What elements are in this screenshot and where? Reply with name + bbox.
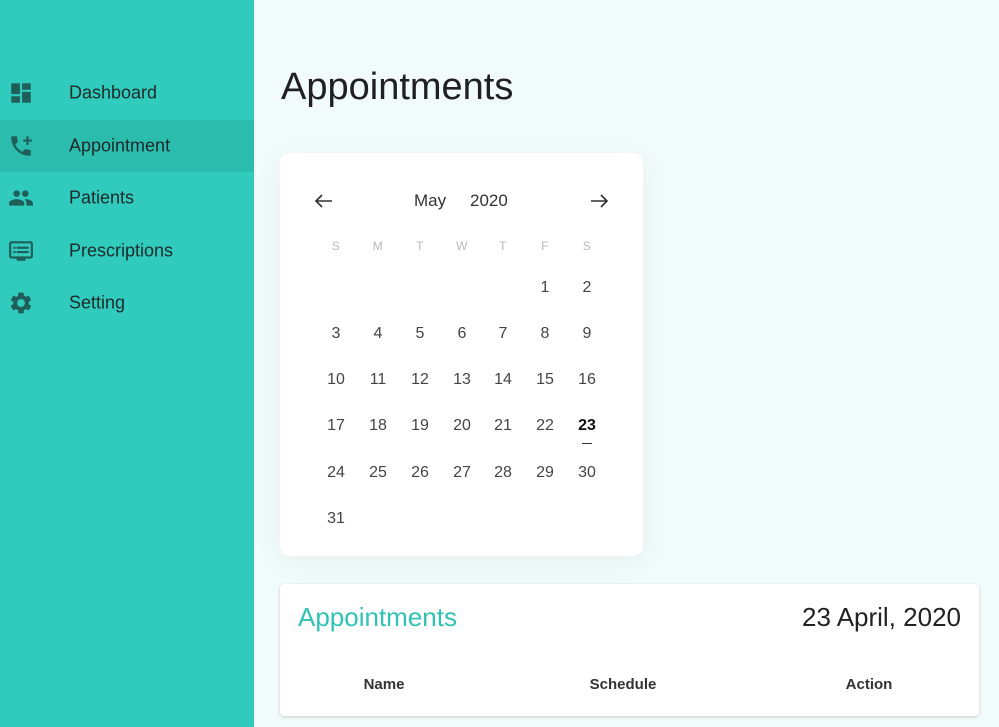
calendar-day[interactable]: 7 <box>486 319 520 349</box>
monitor-list-icon <box>8 238 34 264</box>
calendar-day[interactable]: 9 <box>570 319 604 349</box>
arrow-right-icon[interactable] <box>584 188 614 214</box>
calendar-year[interactable]: 2020 <box>470 191 508 211</box>
calendar-day[interactable]: 30 <box>570 458 604 488</box>
calendar-day[interactable]: 31 <box>319 504 353 534</box>
sidebar-item-label: Prescriptions <box>69 240 174 261</box>
gear-icon <box>8 290 34 316</box>
calendar-day[interactable]: 17 <box>319 411 353 441</box>
phone-add-icon <box>8 133 34 159</box>
calendar-day[interactable]: 10 <box>319 365 353 395</box>
calendar-day[interactable]: 15 <box>528 365 562 395</box>
sidebar: Dashboard Appointment Patients Prescript… <box>0 0 254 727</box>
sidebar-item-label: Appointment <box>69 135 171 156</box>
calendar-day[interactable]: 11 <box>361 365 395 395</box>
calendar-day[interactable]: 22 <box>528 411 562 441</box>
calendar-day[interactable]: 5 <box>403 319 437 349</box>
sidebar-item-setting[interactable]: Setting <box>0 277 254 329</box>
column-header-schedule[interactable]: Schedule <box>590 676 657 693</box>
sidebar-item-dashboard[interactable]: Dashboard <box>0 67 254 119</box>
calendar-day-selected[interactable]: 23 <box>570 411 604 444</box>
sidebar-item-patients[interactable]: Patients <box>0 172 254 224</box>
dashboard-icon <box>8 80 34 106</box>
column-header-name[interactable]: Name <box>364 676 405 693</box>
column-header-action[interactable]: Action <box>846 676 893 693</box>
sidebar-item-label: Setting <box>69 292 126 313</box>
calendar-day[interactable]: 20 <box>445 411 479 441</box>
appointments-date: 23 April, 2020 <box>801 602 961 632</box>
calendar-day[interactable]: 27 <box>445 458 479 488</box>
weekday-header: M <box>372 239 384 253</box>
weekday-header: T <box>499 239 507 253</box>
sidebar-item-prescriptions[interactable]: Prescriptions <box>0 225 254 277</box>
arrow-left-icon[interactable] <box>309 188 339 214</box>
calendar: May 2020 S M T W T F S 1 2 3 4 5 6 7 8 9 10 11 12 13 14 15 16 1… <box>280 153 643 556</box>
sidebar-item-label: Dashboard <box>69 82 158 103</box>
sidebar-item-appointment[interactable]: Appointment <box>0 120 254 172</box>
calendar-day[interactable]: 1 <box>528 273 562 303</box>
calendar-day[interactable]: 8 <box>528 319 562 349</box>
calendar-day[interactable]: 2 <box>570 273 604 303</box>
calendar-day[interactable]: 12 <box>403 365 437 395</box>
weekday-header: F <box>541 239 549 253</box>
calendar-day[interactable]: 24 <box>319 458 353 488</box>
weekday-header: W <box>456 239 468 253</box>
appointments-card-title: Appointments <box>298 602 457 632</box>
calendar-day[interactable]: 13 <box>445 365 479 395</box>
weekday-header: S <box>582 239 592 253</box>
calendar-day[interactable]: 3 <box>319 319 353 349</box>
calendar-day[interactable]: 29 <box>528 458 562 488</box>
weekday-header: S <box>331 239 341 253</box>
calendar-day[interactable]: 21 <box>486 411 520 441</box>
calendar-day[interactable]: 25 <box>361 458 395 488</box>
calendar-day[interactable]: 28 <box>486 458 520 488</box>
page-title: Appointments <box>281 66 514 108</box>
people-icon <box>8 185 34 211</box>
weekday-header: T <box>416 239 424 253</box>
appointments-card: Appointments 23 April, 2020 Name Schedul… <box>280 584 979 716</box>
calendar-month[interactable]: May <box>414 191 446 211</box>
calendar-day[interactable]: 4 <box>361 319 395 349</box>
calendar-day[interactable]: 26 <box>403 458 437 488</box>
calendar-day[interactable]: 14 <box>486 365 520 395</box>
calendar-day[interactable]: 16 <box>570 365 604 395</box>
sidebar-item-label: Patients <box>69 187 135 208</box>
calendar-day[interactable]: 19 <box>403 411 437 441</box>
calendar-day[interactable]: 18 <box>361 411 395 441</box>
calendar-day[interactable]: 6 <box>445 319 479 349</box>
